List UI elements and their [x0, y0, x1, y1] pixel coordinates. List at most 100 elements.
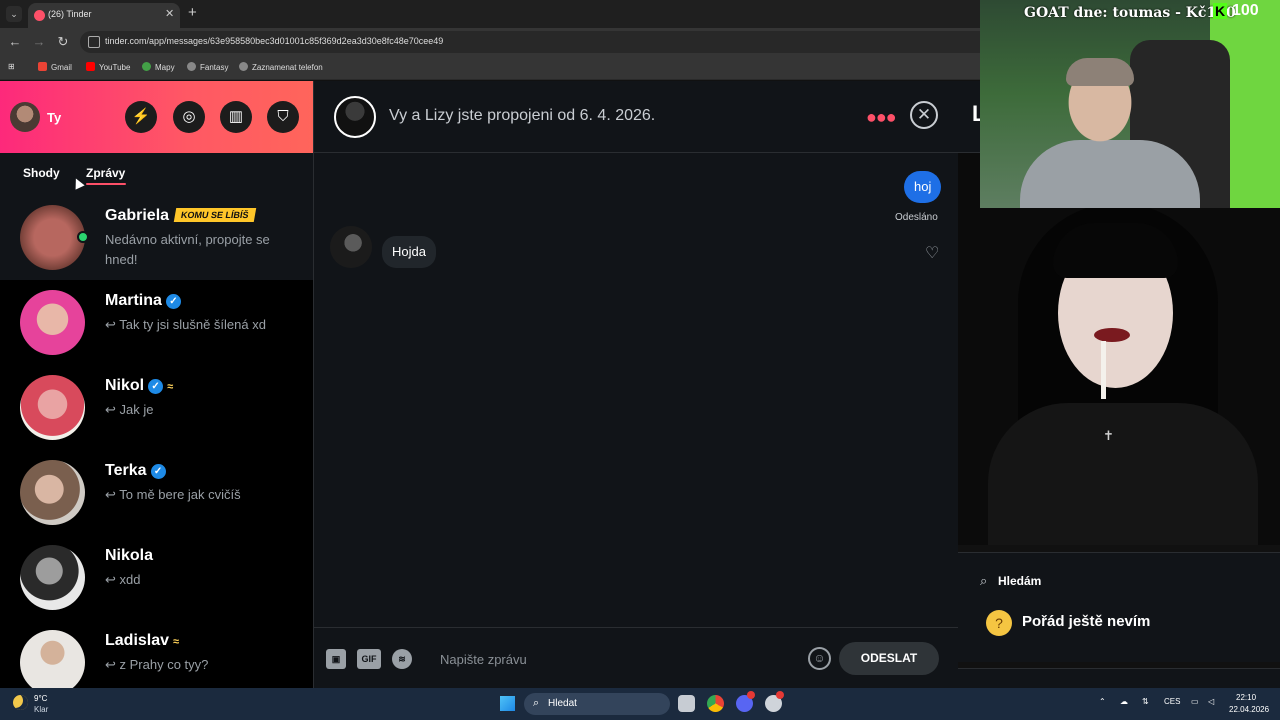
tab-close-icon[interactable]: ✕ [165, 7, 174, 20]
bookmark-gmail[interactable]: Gmail [38, 62, 72, 72]
my-profile-label[interactable]: Ty [47, 110, 61, 125]
tab-title: (26) Tinder [48, 9, 92, 19]
windows-taskbar: 9°C Klar ⌕ Hledat ⌃ ☁ ⇅ CES ▭ ◁ 22:10 22… [0, 688, 1280, 720]
tab-matches[interactable]: Shody [23, 166, 60, 180]
reload-icon[interactable]: ↻ [56, 34, 70, 50]
taskbar-search-label: Hledat [548, 698, 577, 709]
conversation-name: Ladislav ≈ [105, 632, 180, 649]
bookmark-fantasy[interactable]: Fantasy [187, 62, 228, 72]
taskbar-search[interactable]: ⌕ Hledat [524, 693, 670, 715]
spotify-icon[interactable]: ≋ [392, 649, 412, 669]
avatar [20, 205, 85, 270]
conversation-preview: ↩ Jak je [105, 402, 154, 417]
goat-of-day-text: GOAT dne: toumas - Kč100 [1024, 5, 1236, 21]
moon-weather-icon[interactable] [13, 695, 28, 710]
profile-next-section [958, 668, 1280, 688]
looking-for-label: Hledám [998, 574, 1042, 588]
display-tray-icon[interactable]: ▭ [1191, 697, 1199, 706]
network-tray-icon[interactable]: ⇅ [1142, 697, 1149, 706]
bookmark-youtube[interactable]: YouTube [86, 62, 130, 72]
task-view-icon[interactable] [678, 695, 695, 712]
url-field[interactable]: tinder.com/app/messages/63e958580bec3d01… [80, 31, 980, 53]
youtube-icon [86, 62, 95, 71]
new-tab-button[interactable]: + [188, 4, 197, 21]
necklace-cross-icon: ✝ [1103, 428, 1114, 443]
incoming-message-bubble: Hojda [382, 236, 436, 268]
tinder-favicon-icon [34, 10, 45, 21]
windows-start-icon[interactable] [500, 696, 515, 711]
conversation-item-terka[interactable]: Terka ✓ ↩ To mě bere jak cvičíš [0, 450, 313, 535]
my-profile-avatar[interactable] [10, 102, 40, 132]
kick-count: 100 [1232, 2, 1259, 19]
search-icon: ⌕ [533, 697, 540, 709]
app-notification-badge [776, 691, 784, 699]
conversation-preview: ↩ To mě bere jak cvičíš [105, 487, 241, 502]
conversation-item-nikola[interactable]: Nikola ↩ xdd [0, 535, 313, 620]
match-info-text: Vy a Lizy jste propojeni od 6. 4. 2026. [389, 107, 656, 124]
conversation-name: Gabriela KOMU SE LÍBÍŠ [105, 207, 256, 225]
discord-notification-badge [747, 691, 755, 699]
conversation-item-nikol[interactable]: Nikol ✓ ≈ ↩ Jak je [0, 365, 313, 450]
webcam-overlay: GOAT dne: toumas - Kč100 K 100 [980, 0, 1280, 208]
site-info-icon[interactable] [88, 36, 100, 48]
message-input[interactable] [440, 648, 800, 670]
avatar [20, 545, 85, 610]
like-heart-icon[interactable]: ♡ [925, 243, 939, 263]
verified-check-icon: ✓ [148, 379, 164, 394]
weather-condition[interactable]: Klar [34, 705, 48, 714]
matches-messages-tabs: Shody Zprávy [0, 153, 313, 195]
sender-avatar[interactable] [330, 226, 372, 268]
match-avatar[interactable] [334, 96, 376, 138]
avatar [20, 630, 85, 695]
bookmarks-bar: ⊞ Gmail YouTube Mapy Fantasy Zaznamenat … [0, 56, 980, 80]
gif-button[interactable]: GIF [357, 649, 381, 669]
address-bar-row: ← → ↻ tinder.com/app/messages/63e958580b… [0, 28, 980, 56]
tray-overflow-icon[interactable]: ⌃ [1099, 697, 1106, 706]
emoji-icon[interactable]: ☺ [808, 647, 831, 670]
active-tab-indicator [86, 183, 126, 185]
volume-icon[interactable]: ◁ [1208, 697, 1214, 706]
conversation-name: Nikola [105, 547, 154, 564]
safety-shield-icon[interactable]: ⛉ [267, 101, 299, 133]
photo-cigarette-shape [1101, 341, 1106, 399]
conversation-item-gabriela[interactable]: Gabriela KOMU SE LÍBÍŠ Nedávno aktivní, p… [0, 195, 313, 280]
browser-tab-tinder[interactable]: (26) Tinder ✕ [28, 3, 180, 28]
url-text: tinder.com/app/messages/63e958580bec3d01… [105, 36, 444, 46]
photo-lips-shape [1094, 328, 1130, 342]
looking-for-value: Pořád ještě nevím [1022, 613, 1151, 630]
chrome-icon[interactable] [707, 695, 724, 712]
apps-grid-icon[interactable]: ⊞ [8, 62, 15, 71]
clock-time[interactable]: 22:10 [1236, 693, 1256, 702]
close-chat-icon[interactable]: ✕ [910, 101, 938, 129]
profile-header-strip: L [958, 81, 985, 153]
more-options-icon[interactable]: ●●● [866, 107, 897, 128]
bookmark-mapy[interactable]: Mapy [142, 62, 175, 72]
conversation-name: Martina ✓ [105, 292, 181, 310]
conversation-item-martina[interactable]: Martina ✓ ↩ Tak ty jsi slušně šílená xd [0, 280, 313, 365]
conversation-preview: ↩ z Prahy co tyy? [105, 657, 209, 672]
avatar [20, 290, 85, 355]
contact-card-icon[interactable]: ▣ [326, 649, 346, 669]
weather-temperature[interactable]: 9°C [34, 694, 47, 703]
boost-lightning-icon[interactable]: ⚡ [125, 101, 157, 133]
likes-you-badge: KOMU SE LÍBÍŠ [173, 208, 256, 222]
match-profile-photo[interactable]: ✝ [958, 153, 1280, 545]
conversation-name: Terka ✓ [105, 462, 166, 480]
send-button[interactable]: ODESLAT [839, 642, 939, 675]
bookmark-zaznamenat[interactable]: Zaznamenat telefon [239, 62, 323, 72]
language-indicator[interactable]: CES [1164, 697, 1180, 706]
explore-compass-icon[interactable]: ◎ [173, 101, 205, 133]
forward-icon[interactable]: → [32, 34, 46, 49]
cloud-tray-icon[interactable]: ☁ [1120, 697, 1128, 706]
work-briefcase-icon[interactable]: ▥ [220, 101, 252, 133]
tinder-left-header: Ty ⚡ ◎ ▥ ⛉ [0, 81, 313, 153]
back-icon[interactable]: ← [8, 34, 22, 49]
clock-date[interactable]: 22.04.2026 [1229, 705, 1269, 714]
thinking-face-icon: ? [986, 610, 1012, 636]
map-pin-icon [142, 62, 151, 71]
conversation-preview: ↩ Tak ty jsi slušně šílená xd [105, 317, 266, 332]
tab-messages[interactable]: Zprávy [86, 166, 125, 180]
conversation-preview: ↩ xdd [105, 572, 141, 587]
tab-search-button[interactable]: ⌄ [6, 6, 22, 22]
online-status-dot [77, 231, 89, 243]
